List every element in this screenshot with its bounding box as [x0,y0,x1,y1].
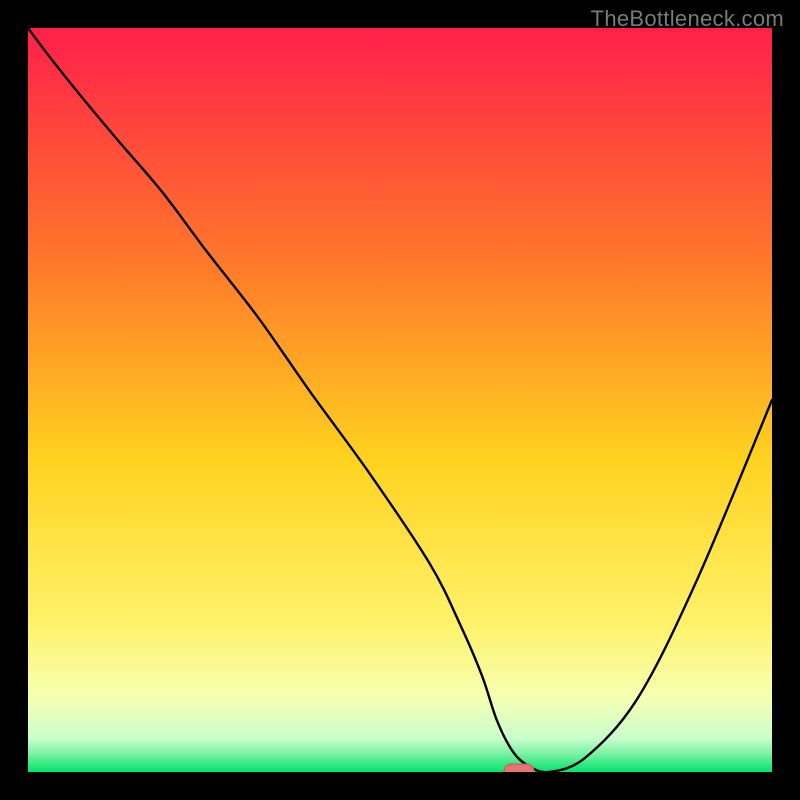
watermark-text: TheBottleneck.com [591,6,784,32]
chart-svg [28,28,772,772]
gradient-background [28,28,772,772]
optimal-marker [504,764,534,772]
chart-frame: TheBottleneck.com [0,0,800,800]
plot-area [28,28,772,772]
